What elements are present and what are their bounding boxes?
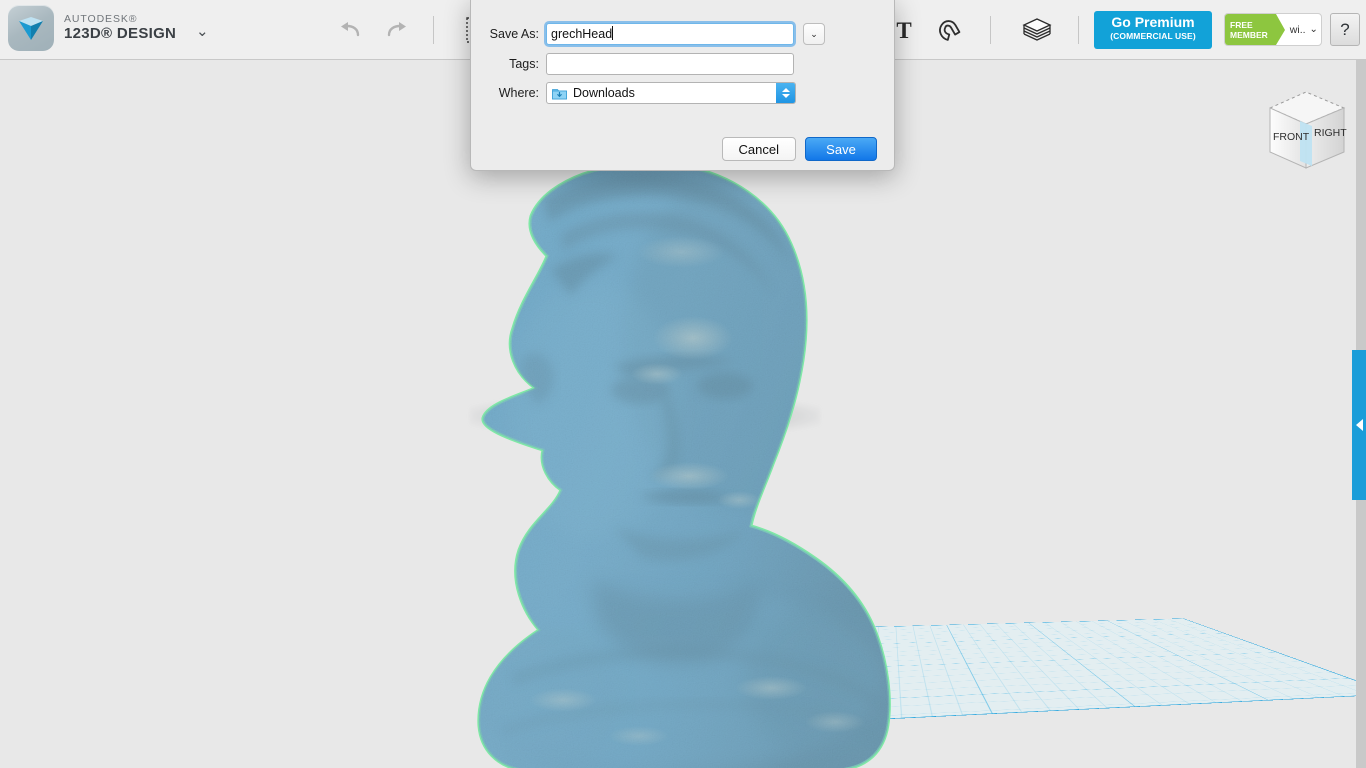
app-brand-text: AUTODESK® 123D® DESIGN [64,12,177,42]
scanned-bust-model[interactable] [443,160,913,768]
account-username: wi.. [1289,23,1306,36]
tags-input[interactable] [546,53,794,75]
magnet-icon [939,20,961,41]
tags-label: Tags: [509,57,539,71]
where-label: Where: [498,86,539,100]
save-as-label: Save As: [489,27,539,41]
app-root: FRONT RIGHT AUTODESK® 123D® DESIGN ⌄ T G… [0,0,1366,768]
where-select[interactable]: Downloads [546,82,796,104]
go-premium-title: Go Premium [1111,14,1195,30]
app-brand[interactable]: AUTODESK® 123D® DESIGN [8,5,176,51]
collapse-panel-arrow-icon [1355,419,1363,431]
stepper-down-icon [781,94,790,98]
brand-company: AUTODESK® [64,12,138,25]
layers-stack-icon [1022,18,1052,41]
help-label: ? [1340,19,1350,39]
text-cursor [612,26,614,40]
text-tool-label: T [896,17,912,43]
membership-badge: FREE MEMBER [1225,14,1285,45]
save-as-row: Save As: grechHead ⌄ [471,23,896,45]
toolbar-divider-1 [433,16,434,44]
cancel-button[interactable]: Cancel [721,137,796,161]
save-as-value: grechHead [551,27,613,41]
app-menu-chevron-down-icon[interactable]: ⌄ [196,22,209,40]
go-premium-button[interactable]: Go Premium (COMMERCIAL USE) [1094,11,1212,49]
membership-badge-line2: MEMBER [1230,29,1268,40]
account-chevron-down-icon: ⌄ [1309,24,1318,35]
app-logo-icon [8,5,54,51]
toolbar-divider-3 [1078,16,1079,44]
redo-button[interactable] [381,15,415,45]
chevron-down-icon: ⌄ [810,28,818,39]
stepper-up-icon [781,88,790,92]
save-as-input[interactable]: grechHead [546,23,794,45]
where-value: Downloads [573,86,635,100]
redo-arrow-icon [387,22,406,37]
dialog-buttons: Cancel Save [721,137,877,161]
toolbar-divider-2 [990,16,991,44]
collapse-panel-tab[interactable] [1352,350,1366,500]
viewcube-right-label: RIGHT [1314,127,1347,139]
membership-badge-line1: FREE [1230,19,1253,30]
undo-button[interactable] [332,15,366,45]
tags-row: Tags: [471,53,896,75]
snap-tool-button[interactable] [932,15,966,45]
downloads-folder-icon [552,87,567,100]
materials-button[interactable] [1020,15,1054,45]
viewcube-front-label: FRONT [1273,131,1310,143]
where-row: Where: Downloads [471,82,896,104]
go-premium-subtitle: (COMMERCIAL USE) [1110,31,1196,41]
brand-product: 123D® DESIGN [64,24,177,42]
save-as-dialog: Save As: grechHead ⌄ Tags: Where: Downlo… [470,0,895,171]
viewcube[interactable]: FRONT RIGHT [1256,82,1356,174]
where-stepper[interactable] [776,83,795,103]
undo-arrow-icon [341,22,360,37]
account-menu[interactable]: FREE MEMBER wi.. ⌄ [1224,13,1322,46]
save-button[interactable]: Save [805,137,877,161]
help-button[interactable]: ? [1330,13,1360,46]
expand-dialog-button[interactable]: ⌄ [803,23,825,45]
